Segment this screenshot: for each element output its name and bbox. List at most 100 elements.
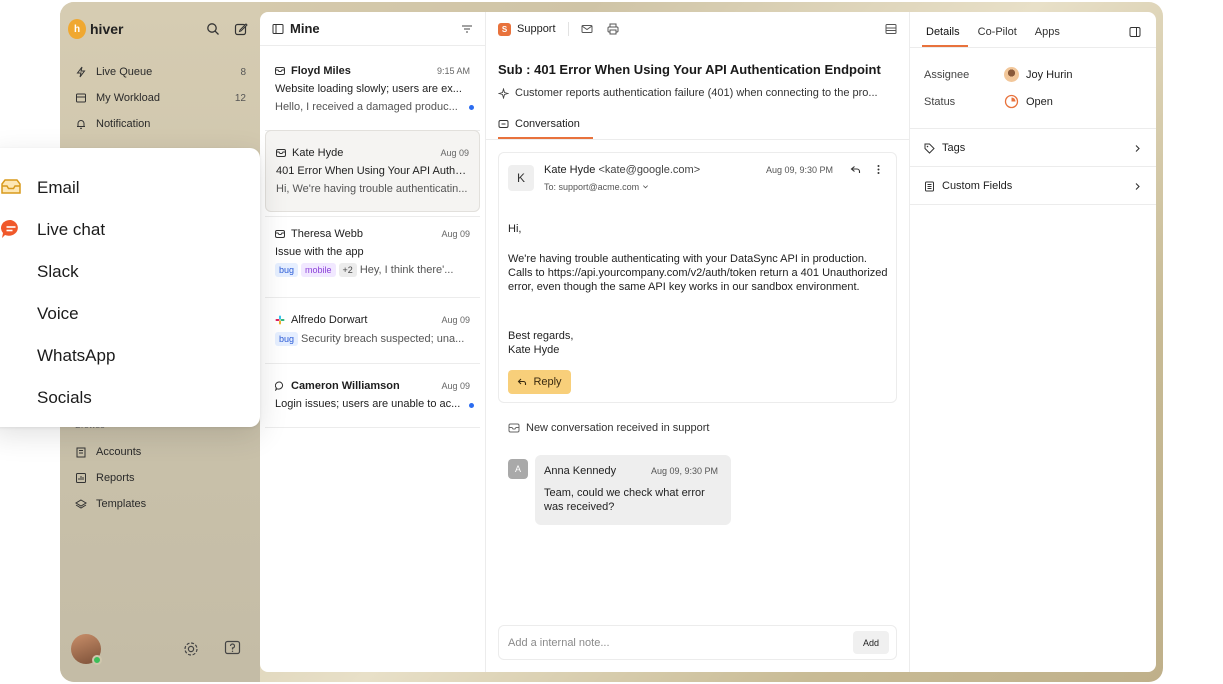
conversation-date: 9:15 AM	[436, 66, 470, 76]
tab-conversation[interactable]: Conversation	[498, 118, 580, 130]
tag-badge[interactable]: bug	[275, 332, 299, 346]
filter-icon[interactable]	[461, 23, 473, 35]
sender-name: Kate Hyde	[292, 147, 344, 159]
sender-name: Alfredo Dorwart	[291, 314, 368, 326]
tag-more-badge[interactable]: +2	[338, 263, 357, 277]
message-signature: Kate Hyde	[508, 344, 560, 356]
divider	[910, 166, 1156, 167]
thread-toolbar: S Support	[486, 12, 909, 46]
conversation-preview: Hi, We're having trouble authenticatin..…	[276, 183, 468, 195]
sidebar-item-accounts[interactable]: Accounts	[75, 446, 246, 458]
menu-item-live-chat[interactable]: Live chat	[37, 220, 105, 240]
more-vertical-icon[interactable]	[873, 164, 884, 175]
unread-dot	[469, 105, 474, 110]
sidebar-item-notification[interactable]: Notification	[75, 118, 246, 130]
chevron-right-icon	[1135, 182, 1140, 190]
sidebar-item-templates[interactable]: Templates	[75, 498, 246, 510]
reply-button[interactable]: Reply	[508, 370, 571, 394]
menu-item-socials[interactable]: Socials	[37, 388, 92, 408]
menu-item-slack[interactable]: Slack	[37, 262, 79, 282]
tab-label: Conversation	[515, 118, 580, 130]
divider	[265, 427, 480, 428]
mail-icon[interactable]	[581, 23, 593, 35]
list-item[interactable]: Floyd Miles 9:15 AM Website loading slow…	[265, 63, 480, 125]
list-header: Mine	[260, 12, 485, 46]
add-note-button[interactable]: Add	[853, 631, 889, 654]
message-icon	[498, 119, 509, 128]
tab-copilot[interactable]: Co-Pilot	[978, 26, 1017, 38]
sidebar-item-live-queue[interactable]: Live Queue 8	[75, 66, 246, 78]
sidebar-item-my-workload[interactable]: My Workload 12	[75, 92, 246, 104]
conversation-subject: Website loading slowly; users are ex...	[275, 83, 462, 95]
note-input[interactable]	[508, 635, 838, 651]
chevron-right-icon	[1135, 144, 1140, 152]
gear-icon[interactable]	[182, 640, 200, 658]
details-panel: Details Co-Pilot Apps Assignee Joy Hurin…	[910, 12, 1156, 672]
tag-icon	[924, 143, 935, 154]
summary-text: Customer reports authentication failure …	[515, 87, 878, 99]
event-text: New conversation received in support	[526, 422, 710, 434]
building-icon	[76, 447, 86, 458]
tag-badge[interactable]: bug	[275, 263, 299, 277]
thread-panel: S Support Sub : 401 Error When Using You…	[486, 12, 910, 672]
reply-icon[interactable]	[850, 164, 861, 175]
list-item[interactable]: Cameron Williamson Aug 09 Login issues; …	[265, 380, 480, 432]
divider	[910, 47, 1156, 48]
status-label: Status	[924, 96, 956, 108]
tag-badge[interactable]: mobile	[301, 263, 336, 277]
logo[interactable]: h hiver	[68, 19, 123, 39]
inbox-name[interactable]: Support	[517, 23, 556, 35]
divider	[910, 128, 1156, 129]
message-from: Kate Hyde <kate@google.com>	[544, 164, 700, 176]
message-date: Aug 09, 9:30 PM	[766, 165, 834, 175]
app-panel: Mine Floyd Miles 9:15 AM Website loading…	[260, 12, 1156, 672]
sidebar-item-reports[interactable]: Reports	[75, 472, 246, 484]
to-address: To: support@acme.com	[544, 182, 640, 192]
search-icon[interactable]	[206, 22, 220, 36]
divider	[910, 204, 1156, 205]
from-email: <kate@google.com>	[598, 164, 701, 176]
system-event: New conversation received in support	[508, 422, 709, 434]
tab-apps[interactable]: Apps	[1035, 26, 1060, 38]
list-item[interactable]: Alfredo Dorwart Aug 09 bug Security breac…	[265, 314, 480, 366]
list-item[interactable]: Theresa Webb Aug 09 Issue with the app b…	[265, 228, 480, 290]
thread-subject: Sub : 401 Error When Using Your API Auth…	[498, 62, 881, 77]
list-item[interactable]: Kate Hyde Aug 09 401 Error When Using Yo…	[265, 130, 480, 212]
custom-fields-section[interactable]: Custom Fields	[924, 180, 1142, 192]
conversation-date: Aug 09	[441, 381, 470, 391]
email-icon	[275, 230, 285, 238]
tab-details[interactable]: Details	[926, 26, 960, 38]
message-actions	[850, 164, 884, 175]
inbox-icon	[76, 93, 86, 103]
print-icon[interactable]	[607, 23, 619, 35]
logo-text: hiver	[90, 21, 124, 37]
menu-item-voice[interactable]: Voice	[37, 304, 79, 324]
reply-icon	[518, 378, 527, 385]
menu-item-whatsapp[interactable]: WhatsApp	[37, 346, 115, 366]
sidebar-item-count: 8	[240, 66, 246, 78]
ai-summary: Customer reports authentication failure …	[498, 87, 903, 99]
tags-section[interactable]: Tags	[924, 142, 1142, 154]
inbox-badge: S	[498, 22, 511, 36]
status-text: Open	[1026, 95, 1053, 108]
tags-label: Tags	[942, 142, 966, 154]
layout-icon[interactable]	[885, 23, 897, 35]
chat-icon	[275, 381, 284, 391]
sidebar-item-label: Accounts	[96, 446, 142, 458]
assignee-value[interactable]: Joy Hurin	[1004, 67, 1072, 82]
email-tray-icon	[1, 179, 21, 194]
compose-icon[interactable]	[234, 22, 248, 36]
help-icon[interactable]	[224, 640, 241, 657]
conversation-subject: 401 Error When Using Your API Authe...	[276, 165, 469, 177]
status-value[interactable]: Open	[1004, 94, 1053, 109]
panel-icon	[272, 23, 284, 34]
bell-icon	[77, 120, 85, 129]
toggle-panel-icon[interactable]	[1129, 26, 1141, 38]
message-to[interactable]: To: support@acme.com	[544, 182, 649, 192]
menu-item-email[interactable]: Email	[37, 178, 80, 198]
sidebar-footer	[71, 634, 251, 665]
list-title: Mine	[290, 21, 320, 36]
inbox-tray-icon	[508, 423, 520, 433]
sidebar-item-label: Live Queue	[96, 66, 153, 78]
custom-fields-label: Custom Fields	[942, 180, 1013, 192]
